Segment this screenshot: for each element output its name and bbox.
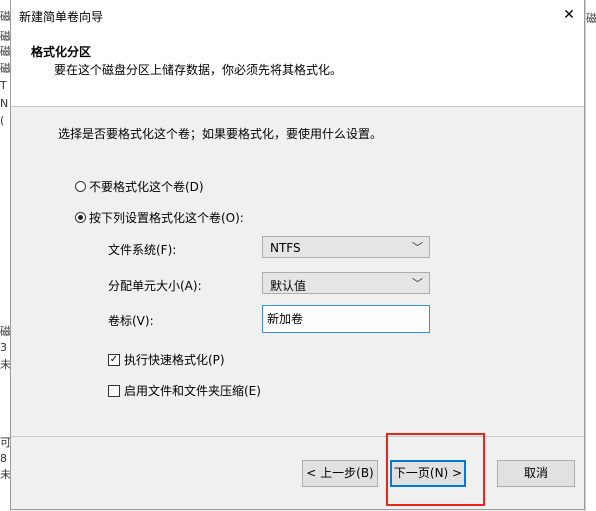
cancel-button[interactable]: 取消: [497, 460, 575, 487]
bg-text: 磁: [0, 10, 10, 23]
bg-text: (: [0, 114, 5, 127]
quick-format-checkbox[interactable]: ✓: [108, 353, 120, 366]
bg-text: 磁: [0, 45, 10, 58]
quick-format-checkbox-row[interactable]: ✓ 执行快速格式化(P): [108, 351, 225, 368]
volume-label-input[interactable]: 新加卷: [262, 305, 430, 333]
bg-text: 磁: [0, 325, 10, 338]
radio-format[interactable]: 按下列设置格式化这个卷(O):: [75, 209, 244, 226]
page-subtitle: 要在这个磁盘分区上储存数据，你必须先将其格式化。: [54, 63, 343, 77]
bg-text: 磁: [0, 30, 10, 43]
bg-text: 磁: [586, 12, 596, 25]
bg-text: T: [0, 79, 7, 92]
allocation-unit-value: 默认值: [270, 279, 307, 293]
allocation-unit-label: 分配单元大小(A):: [108, 279, 202, 293]
quick-format-label: 执行快速格式化(P): [124, 353, 225, 367]
background-window-right: 磁: [585, 0, 596, 511]
bg-text: 3: [0, 341, 7, 354]
radio-format-label: 按下列设置格式化这个卷(O):: [89, 211, 244, 225]
radio-no-format[interactable]: 不要格式化这个卷(D): [75, 178, 204, 195]
bg-text: 可: [0, 436, 10, 449]
chevron-down-icon: ﹀: [412, 277, 423, 290]
footer-divider: [11, 436, 584, 437]
bg-text: 磁: [0, 62, 10, 75]
file-system-label: 文件系统(F):: [108, 243, 177, 257]
title-bar: 新建简单卷向导 ✕: [11, 0, 584, 31]
format-prompt: 选择是否要格式化这个卷；如果要格式化，要使用什么设置。: [58, 127, 383, 141]
wizard-header: 格式化分区 要在这个磁盘分区上储存数据，你必须先将其格式化。: [11, 30, 584, 107]
bg-text: N: [0, 97, 9, 110]
bg-text: 未: [0, 358, 10, 371]
radio-button[interactable]: [75, 181, 86, 192]
page-title: 格式化分区: [31, 45, 92, 59]
next-button[interactable]: 下一页(N) >: [390, 460, 466, 487]
new-simple-volume-wizard: 新建简单卷向导 ✕ 格式化分区 要在这个磁盘分区上储存数据，你必须先将其格式化。…: [10, 0, 585, 510]
compression-checkbox-row[interactable]: 启用文件和文件夹压缩(E): [108, 382, 261, 399]
bg-text: 未: [0, 468, 10, 481]
file-system-select[interactable]: NTFS ﹀: [262, 236, 430, 258]
radio-no-format-label: 不要格式化这个卷(D): [89, 180, 204, 194]
file-system-value: NTFS: [270, 241, 301, 255]
back-button[interactable]: < 上一步(B): [302, 460, 378, 487]
window-title: 新建简单卷向导: [19, 10, 104, 24]
bg-text: 8: [0, 452, 7, 465]
radio-button-selected[interactable]: [75, 212, 86, 223]
compression-checkbox[interactable]: [108, 384, 120, 397]
volume-label-label: 卷标(V):: [108, 314, 154, 328]
compression-label: 启用文件和文件夹压缩(E): [124, 384, 261, 398]
allocation-unit-select[interactable]: 默认值 ﹀: [262, 272, 430, 294]
close-icon[interactable]: ✕: [554, 0, 584, 30]
chevron-down-icon: ﹀: [412, 241, 423, 254]
volume-label-value: 新加卷: [267, 312, 304, 326]
